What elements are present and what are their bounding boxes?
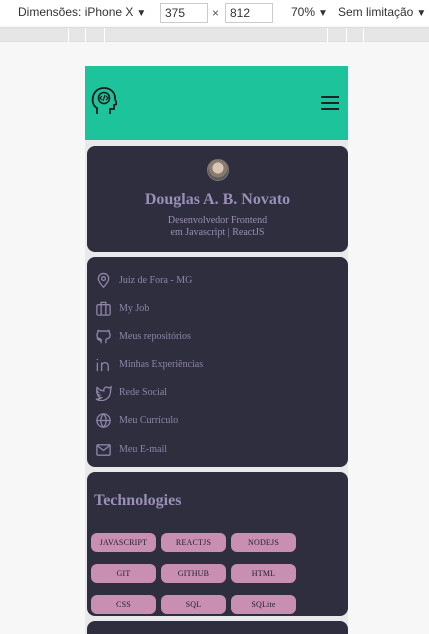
tech-badge: SQL (161, 595, 226, 614)
link-email[interactable]: Meu E-mail (95, 440, 167, 458)
technologies-title: Technologies (94, 492, 182, 509)
link-label: My Job (119, 302, 150, 314)
media-query-marker (327, 28, 328, 43)
next-section-card (87, 621, 348, 634)
links-card: Juiz de Fora - MG My Job Meus repositóri… (87, 257, 348, 467)
throttle-label: Sem limitação (338, 5, 414, 19)
tech-badge: SQLite (231, 595, 296, 614)
link-experiences[interactable]: Minhas Experiências (95, 355, 203, 373)
developer-head-logo-icon[interactable] (91, 86, 117, 116)
chevron-down-icon: ▼ (318, 8, 328, 19)
tech-badge: CSS (91, 595, 156, 614)
media-query-marker (363, 28, 364, 43)
width-input[interactable]: 375 (160, 3, 208, 23)
link-my-job[interactable]: My Job (95, 299, 149, 317)
link-label: Meu E-mail (119, 443, 168, 455)
throttle-selector[interactable]: Sem limitação ▼ (338, 5, 426, 19)
dimension-separator: × (212, 6, 220, 20)
media-query-marker (104, 28, 105, 43)
mobile-viewport: Douglas A. B. Novato Desenvolvedor Front… (85, 66, 348, 634)
tech-badge: JAVASCRIPT (91, 533, 156, 552)
tech-badge: GITHUB (161, 564, 226, 583)
linkedin-icon (96, 358, 109, 371)
media-query-marker (85, 28, 86, 43)
profile-name: Douglas A. B. Novato (144, 191, 291, 208)
chevron-down-icon: ▼ (136, 8, 147, 19)
site-header (85, 66, 348, 140)
link-repositories[interactable]: Meus repositórios (95, 327, 191, 345)
zoom-selector[interactable]: 70% ▼ (291, 5, 328, 19)
github-icon (96, 329, 111, 343)
height-input[interactable]: 812 (225, 3, 273, 23)
link-label: Juiz de Fora - MG (119, 274, 193, 286)
hamburger-menu-icon[interactable] (321, 96, 339, 110)
link-label: Meus repositórios (119, 330, 191, 342)
profile-role-line2: em Javascript | ReactJS (170, 227, 265, 238)
device-selector[interactable]: Dimensões: iPhone X ▼ (18, 5, 146, 19)
avatar (207, 159, 229, 181)
tech-badge: GIT (91, 564, 156, 583)
device-label: Dimensões: iPhone X (18, 5, 134, 19)
media-query-marker (68, 28, 69, 43)
globe-icon (96, 412, 111, 428)
tech-badge: REACTJS (161, 533, 226, 552)
link-label: Meu Currículo (119, 414, 179, 426)
link-location[interactable]: Juiz de Fora - MG (95, 271, 192, 289)
tech-badge: HTML (231, 564, 296, 583)
tech-badge: NODEJS (231, 533, 296, 552)
briefcase-icon (96, 301, 111, 316)
media-query-bar[interactable] (0, 27, 429, 43)
technologies-card: Technologies JAVASCRIPT REACTJS NODEJS G… (87, 472, 348, 616)
link-label: Rede Social (119, 386, 168, 398)
profile-role-line1: Desenvolvedor Frontend (167, 215, 268, 226)
media-query-marker (346, 28, 347, 43)
link-label: Minhas Experiências (119, 358, 204, 370)
mail-icon (96, 443, 111, 456)
devtools-toolbar: Dimensões: iPhone X ▼ 375 × 812 70% ▼ Sem … (0, 0, 429, 26)
chevron-down-icon: ▼ (416, 8, 427, 19)
zoom-label: 70% (291, 5, 316, 19)
map-pin-icon (97, 272, 110, 288)
link-resume[interactable]: Meu Currículo (95, 411, 178, 429)
twitter-icon (95, 385, 112, 401)
profile-card: Douglas A. B. Novato Desenvolvedor Front… (87, 146, 348, 252)
link-social[interactable]: Rede Social (95, 383, 167, 401)
